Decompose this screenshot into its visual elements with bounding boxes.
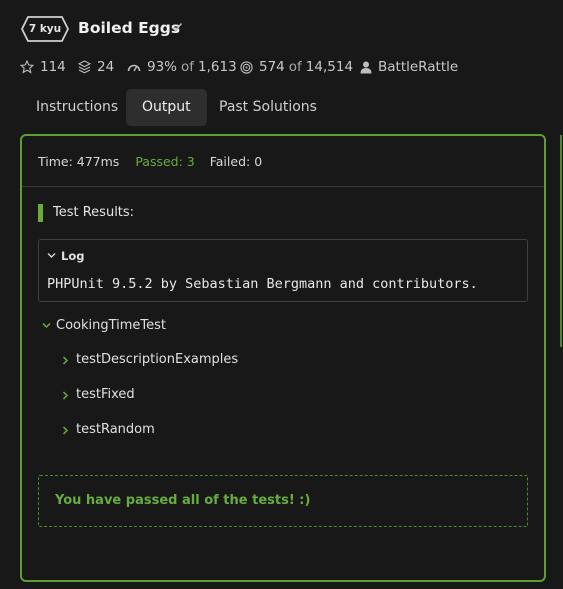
author-name: BattleRattle: [378, 59, 459, 75]
chevron-right-icon: [62, 391, 69, 400]
time-label: Time: 477ms: [38, 154, 120, 169]
success-message: You have passed all of the tests! :): [55, 493, 311, 508]
output-panel: Time: 477ms Passed: 3 Failed: 0 Test Res…: [20, 134, 546, 582]
log-output: PHPUnit 9.5.2 by Sebastian Bergmann and …: [47, 276, 478, 292]
chevron-down-icon: [47, 253, 56, 258]
passed-count: Passed: 3: [135, 154, 195, 169]
tab-instructions[interactable]: Instructions: [20, 89, 134, 126]
stars-count: 114: [40, 59, 66, 75]
user-icon: [360, 61, 372, 73]
rank-label: 7 kyu: [28, 23, 62, 35]
tab-past-solutions[interactable]: Past Solutions: [203, 89, 333, 126]
kata-title[interactable]: Boiled Eggs: [78, 19, 180, 37]
target-icon: [240, 60, 253, 74]
gauge-icon: [127, 64, 141, 72]
kata-header: 7 kyu Boiled Eggs 114 24 93% of 1,613 57…: [0, 0, 563, 90]
log-label: Log: [61, 249, 85, 263]
check-icon: [171, 23, 183, 32]
completed-count: 574: [259, 59, 285, 75]
satisfaction-rate: 93%: [147, 59, 178, 75]
stack-icon: [78, 60, 91, 74]
collections-count: 24: [97, 59, 115, 75]
author-stat[interactable]: BattleRattle: [360, 58, 458, 76]
test-summary: Time: 477ms Passed: 3 Failed: 0: [38, 154, 262, 169]
chevron-right-icon: [62, 426, 69, 435]
collections-stat[interactable]: 24: [78, 58, 114, 76]
summary-divider: [22, 186, 544, 187]
rank-badge: 7 kyu: [21, 16, 69, 42]
scrollbar-edge[interactable]: [560, 135, 562, 347]
satisfaction-stat: 93% of 1,613: [127, 58, 237, 76]
chevron-right-icon: [62, 356, 69, 365]
completed-of: of: [288, 59, 302, 75]
completed-total: 14,514: [305, 59, 354, 75]
results-accent-bar: [38, 204, 43, 222]
test-results-title: Test Results:: [53, 205, 135, 220]
satisfaction-total: 1,613: [198, 59, 237, 75]
suite-name: CookingTimeTest: [56, 318, 167, 333]
test-name: testDescriptionExamples: [76, 352, 239, 367]
log-block: Log PHPUnit 9.5.2 by Sebastian Bergmann …: [38, 239, 528, 302]
completed-stat: 574 of 14,514: [240, 58, 353, 76]
satisfaction-of: of: [181, 59, 195, 75]
stars-stat[interactable]: 114: [20, 58, 66, 76]
star-icon: [20, 60, 34, 74]
test-name: testRandom: [76, 422, 155, 437]
failed-count: Failed: 0: [209, 154, 263, 169]
success-message-box: You have passed all of the tests! :): [38, 475, 528, 527]
chevron-down-icon: [42, 322, 51, 329]
test-name: testFixed: [76, 387, 135, 402]
tab-output[interactable]: Output: [126, 89, 207, 126]
